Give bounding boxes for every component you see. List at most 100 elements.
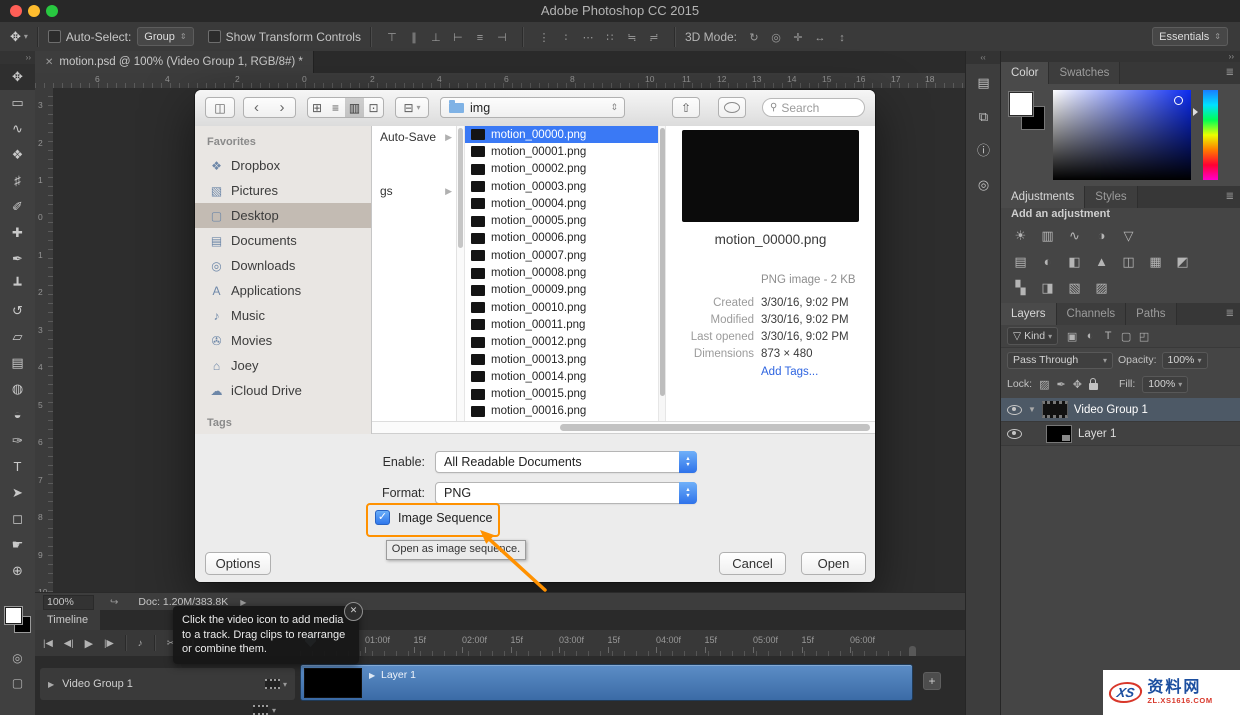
3d-scale-icon[interactable]: ↕ bbox=[831, 32, 853, 44]
3d-roll-icon[interactable]: ◎ bbox=[765, 31, 787, 44]
lock-image-pixels-icon[interactable]: ✒ bbox=[1057, 378, 1066, 391]
foreground-color-swatch[interactable] bbox=[1009, 92, 1033, 116]
sidebar-item-downloads[interactable]: ◎ Downloads bbox=[195, 253, 371, 278]
lock-all-icon[interactable] bbox=[1089, 383, 1098, 390]
panel-menu-icon[interactable]: ≣ bbox=[1226, 186, 1240, 208]
distribute-left-edges-icon[interactable]: ∷ bbox=[599, 31, 621, 44]
3d-rotate-icon[interactable]: ↻ bbox=[743, 31, 765, 44]
show-transform-checkbox[interactable] bbox=[208, 30, 221, 43]
foreground-color-swatch[interactable] bbox=[5, 607, 22, 624]
gradient-map-icon[interactable]: ▧ bbox=[1061, 277, 1088, 299]
eye-icon[interactable] bbox=[1007, 429, 1022, 439]
layer-row-layer1[interactable]: Layer 1 bbox=[1001, 422, 1240, 446]
sidebar-item-movies[interactable]: ✇ Movies bbox=[195, 328, 371, 353]
sidebar-item-applications[interactable]: A Applications bbox=[195, 278, 371, 303]
file-list-scrollbar[interactable] bbox=[658, 126, 666, 421]
tooltip-close-button[interactable]: ✕ bbox=[344, 602, 363, 621]
next-track-media-icon[interactable]: ▾ bbox=[253, 705, 276, 715]
file-item[interactable]: motion_00004.png bbox=[465, 195, 658, 212]
black-white-icon[interactable]: ◧ bbox=[1061, 251, 1088, 273]
options-button[interactable]: Options bbox=[205, 552, 271, 575]
dodge-tool[interactable]: ◒ bbox=[0, 402, 35, 428]
add-media-icon[interactable] bbox=[265, 679, 280, 689]
align-bottom-edges-icon[interactable]: ⊥ bbox=[425, 31, 447, 44]
sidebar-item-desktop[interactable]: ▢ Desktop bbox=[195, 203, 371, 228]
sidebar-item-documents[interactable]: ▤ Documents bbox=[195, 228, 371, 253]
tool-preset-picker[interactable]: ✥ ▾ bbox=[10, 29, 28, 45]
photo-filter-icon[interactable]: ▲ bbox=[1088, 251, 1115, 273]
auto-select-checkbox[interactable] bbox=[48, 30, 61, 43]
back-button[interactable]: ‹ bbox=[243, 97, 270, 118]
distribute-horizontal-centers-icon[interactable]: ≒ bbox=[621, 31, 643, 44]
pen-tool[interactable]: ✑ bbox=[0, 428, 35, 454]
file-item[interactable]: motion_00006.png bbox=[465, 230, 658, 247]
distribute-right-edges-icon[interactable]: ≓ bbox=[643, 31, 665, 44]
icon-view-button[interactable]: ⊞ bbox=[307, 97, 327, 118]
disclosure-icon[interactable]: ▼ bbox=[1028, 405, 1036, 414]
invert-icon[interactable]: ◩ bbox=[1169, 251, 1196, 273]
search-field[interactable]: ⚲ Search bbox=[762, 98, 865, 117]
add-track-button[interactable]: + bbox=[923, 672, 941, 690]
healing-brush-tool[interactable]: ✚ bbox=[0, 220, 35, 246]
enable-dropdown[interactable]: All Readable Documents ▲ ▼ bbox=[435, 451, 697, 473]
lock-transparent-pixels-icon[interactable]: ▨ bbox=[1039, 378, 1049, 391]
navigator-panel-icon[interactable]: ⧉ bbox=[966, 102, 1001, 132]
saturation-brightness-field[interactable] bbox=[1053, 90, 1191, 180]
coverflow-view-button[interactable]: ⊡ bbox=[364, 97, 384, 118]
eye-icon[interactable] bbox=[1007, 405, 1022, 415]
selective-color-icon[interactable]: ▨ bbox=[1088, 277, 1115, 299]
shape-tool[interactable]: ◻ bbox=[0, 506, 35, 532]
expand-panels-icon[interactable]: ‹‹ bbox=[966, 51, 1000, 64]
eyedropper-tool[interactable]: ✐ bbox=[0, 194, 35, 220]
filter-type-layers-icon[interactable]: T bbox=[1100, 330, 1116, 343]
type-tool[interactable]: T bbox=[0, 454, 35, 480]
window-zoom-button[interactable] bbox=[46, 5, 58, 17]
color-balance-icon[interactable]: ◐ bbox=[1034, 251, 1061, 273]
3d-slide-icon[interactable]: ↔ bbox=[809, 32, 831, 44]
scrollbar-thumb[interactable] bbox=[458, 128, 463, 248]
previous-frame-button[interactable]: ◀| bbox=[64, 638, 74, 649]
tab-color[interactable]: Color bbox=[1001, 62, 1049, 84]
filter-smart-objects-icon[interactable]: ◰ bbox=[1136, 330, 1152, 343]
posterize-icon[interactable]: ▚ bbox=[1007, 277, 1034, 299]
share-button[interactable]: ⇧ bbox=[672, 97, 700, 118]
brightness-contrast-icon[interactable]: ☀ bbox=[1007, 225, 1034, 247]
location-dropdown[interactable]: img ⇕ bbox=[440, 97, 625, 118]
open-button[interactable]: Open bbox=[801, 552, 866, 575]
window-close-button[interactable] bbox=[10, 5, 22, 17]
file-item[interactable]: motion_00013.png bbox=[465, 351, 658, 368]
3d-drag-icon[interactable]: ✛ bbox=[787, 31, 809, 44]
filter-kind-dropdown[interactable]: ▽ Kind ▾ bbox=[1007, 327, 1058, 345]
fill-dropdown[interactable]: 100% ▾ bbox=[1142, 376, 1188, 393]
hand-tool[interactable]: ☛ bbox=[0, 532, 35, 558]
horizontal-ruler[interactable]: 64202468101112131415161718 bbox=[35, 73, 965, 89]
crop-tool[interactable]: ♯ bbox=[0, 168, 35, 194]
add-tags-link[interactable]: Add Tags... bbox=[761, 366, 818, 378]
tab-layers[interactable]: Layers bbox=[1001, 303, 1057, 325]
tab-paths[interactable]: Paths bbox=[1126, 303, 1176, 325]
window-minimize-button[interactable] bbox=[28, 5, 40, 17]
tab-timeline[interactable]: Timeline bbox=[35, 610, 100, 630]
collapse-tools-icon[interactable]: ›› bbox=[0, 51, 35, 64]
lasso-tool[interactable]: ∿ bbox=[0, 116, 35, 142]
tab-adjustments[interactable]: Adjustments bbox=[1001, 186, 1085, 208]
quick-mask-icon[interactable]: ◎ bbox=[0, 651, 35, 665]
sidebar-item-dropbox[interactable]: ❖ Dropbox bbox=[195, 153, 371, 178]
file-item[interactable]: motion_00002.png bbox=[465, 161, 658, 178]
vertical-ruler[interactable]: 321012345678910 bbox=[35, 88, 54, 592]
columns-horizontal-scrollbar[interactable] bbox=[372, 421, 875, 434]
file-item[interactable]: motion_00015.png bbox=[465, 385, 658, 402]
disclosure-icon[interactable]: ▶ bbox=[48, 680, 54, 689]
timeline-track-header[interactable]: ▶ Video Group 1 ▾ bbox=[40, 668, 295, 700]
next-frame-button[interactable]: |▶ bbox=[104, 638, 114, 649]
exposure-icon[interactable]: ◑ bbox=[1088, 225, 1115, 247]
marquee-tool[interactable]: ▭ bbox=[0, 90, 35, 116]
distribute-top-edges-icon[interactable]: ⋮ bbox=[533, 31, 555, 44]
file-item[interactable]: motion_00003.png bbox=[465, 178, 658, 195]
play-button[interactable]: ▶ bbox=[85, 637, 93, 650]
align-vertical-centers-icon[interactable]: ∥ bbox=[403, 31, 425, 44]
clone-stamp-tool[interactable]: ┻ bbox=[0, 272, 35, 298]
sidebar-item-music[interactable]: ♪ Music bbox=[195, 303, 371, 328]
eraser-tool[interactable]: ▱ bbox=[0, 324, 35, 350]
close-tab-icon[interactable]: ✕ bbox=[45, 57, 53, 68]
